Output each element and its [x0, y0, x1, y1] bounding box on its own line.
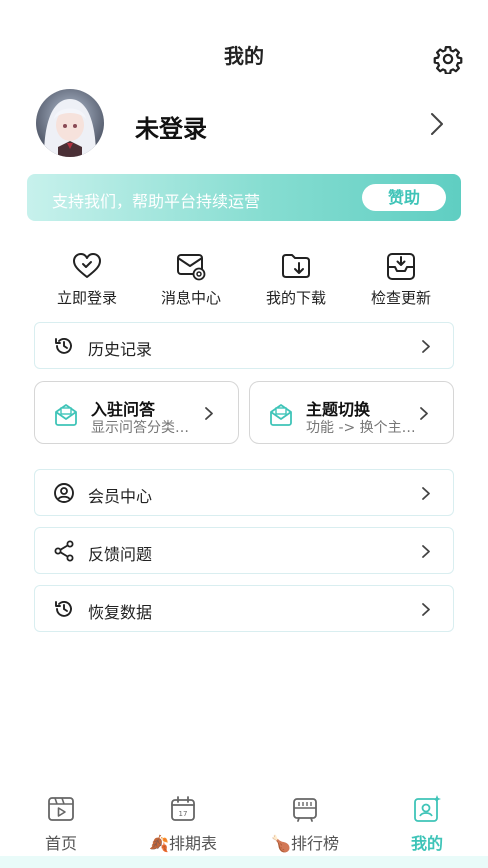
bottom-strip [0, 856, 488, 868]
menu-label: 反馈问题 [88, 545, 153, 564]
settings-icon[interactable] [433, 44, 463, 75]
tab-schedule[interactable]: 17 🍂排期表 [122, 794, 244, 854]
sponsor-banner[interactable]: 支持我们，帮助平台持续运营 赞助 [27, 174, 461, 221]
page-title: 我的 [224, 44, 264, 68]
chevron-right-icon [421, 339, 431, 354]
chevron-right-icon [421, 602, 431, 617]
card-subtitle: 功能 -> 换个主… [306, 420, 416, 436]
tab-label: 我的 [410, 834, 443, 853]
chevron-right-icon[interactable] [428, 110, 446, 138]
quick-action-login[interactable]: 立即登录 [37, 249, 137, 308]
username[interactable]: 未登录 [135, 109, 207, 144]
menu-label: 历史记录 [88, 340, 153, 359]
quick-action-label: 我的下载 [265, 289, 326, 307]
quick-action-label: 消息中心 [160, 289, 221, 307]
chevron-right-icon [421, 486, 431, 501]
envelope-open-icon [268, 401, 294, 427]
tab-label: 🍗排行榜 [271, 834, 339, 853]
envelope-open-icon [53, 401, 79, 427]
avatar[interactable] [36, 89, 104, 157]
svg-text:17: 17 [179, 810, 188, 818]
quick-action-downloads[interactable]: 我的下载 [246, 249, 346, 308]
quick-action-messages[interactable]: 消息中心 [141, 249, 241, 308]
tab-mine[interactable]: 我的 [366, 794, 488, 854]
quick-action-label: 检查更新 [370, 289, 431, 307]
chevron-right-icon [421, 544, 431, 559]
history-icon [53, 335, 75, 357]
tab-ranking[interactable]: 🍗排行榜 [244, 794, 366, 854]
quick-action-label: 立即登录 [56, 289, 117, 307]
chevron-right-icon [204, 406, 214, 421]
quick-action-update[interactable]: 检查更新 [351, 249, 451, 308]
card-theme[interactable]: 主题切换 功能 -> 换个主… [249, 381, 454, 444]
tab-label: 首页 [44, 834, 77, 853]
calendar-icon: 17 [122, 794, 244, 824]
history-icon [53, 598, 75, 620]
banner-text: 支持我们，帮助平台持续运营 [52, 192, 261, 211]
tab-label: 🍂排期表 [149, 834, 217, 853]
menu-label: 恢复数据 [88, 603, 153, 622]
mail-icon [141, 249, 241, 283]
folder-download-icon [246, 249, 346, 283]
menu-history[interactable]: 历史记录 [34, 322, 454, 369]
heart-icon [37, 249, 137, 283]
card-qa[interactable]: 入驻问答 显示问答分类… [34, 381, 239, 444]
chevron-right-icon [419, 406, 429, 421]
share-icon [53, 540, 75, 562]
bottom-tab-bar: 首页 17 🍂排期表 🍗排行榜 我的 [0, 780, 488, 868]
tab-home[interactable]: 首页 [0, 794, 122, 854]
menu-member[interactable]: 会员中心 [34, 469, 454, 516]
card-subtitle: 显示问答分类… [91, 420, 189, 436]
sponsor-button[interactable]: 赞助 [362, 184, 446, 211]
menu-label: 会员中心 [88, 487, 153, 506]
user-circle-icon [53, 482, 75, 504]
tv-icon [244, 794, 366, 824]
film-play-icon [0, 794, 122, 824]
inbox-download-icon [351, 249, 451, 283]
profile-sparkle-icon [366, 794, 488, 824]
menu-feedback[interactable]: 反馈问题 [34, 527, 454, 574]
menu-restore[interactable]: 恢复数据 [34, 585, 454, 632]
